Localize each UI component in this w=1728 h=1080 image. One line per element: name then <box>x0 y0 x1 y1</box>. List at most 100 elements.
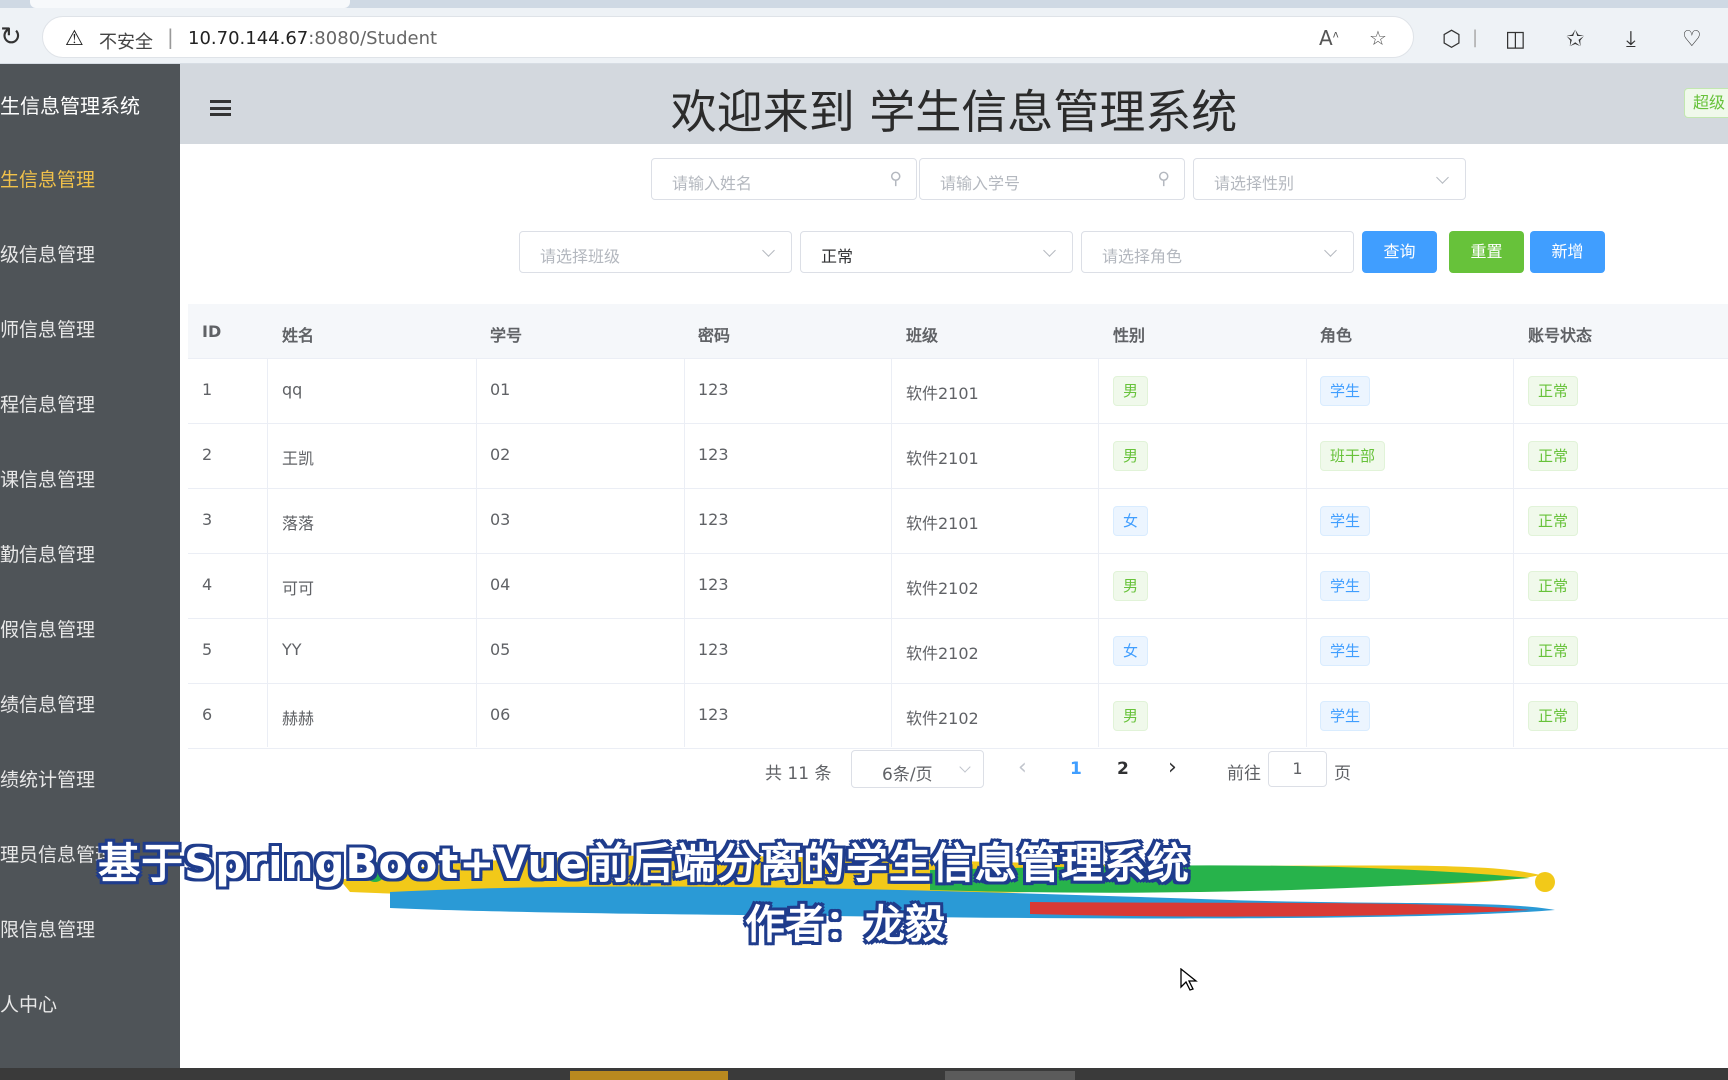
user-role-tag[interactable]: 超级 <box>1684 88 1728 118</box>
chevron-down-icon <box>1043 244 1056 257</box>
role-tag: 学生 <box>1320 636 1371 666</box>
favorite-star-icon[interactable]: ☆ <box>1369 26 1387 50</box>
cell-class: 软件2102 <box>906 579 979 598</box>
cell-id: 2 <box>202 445 213 464</box>
chevron-down-icon <box>1436 171 1449 184</box>
cell-id: 3 <box>202 510 213 529</box>
goto-page-input[interactable]: 1 <box>1268 751 1327 787</box>
taskbar-item[interactable] <box>945 1071 1075 1080</box>
sidebar-item-student[interactable]: 生信息管理 <box>0 165 95 192</box>
cell-class: 软件2101 <box>906 384 979 403</box>
sidebar-title: 生信息管理系统 <box>0 94 140 118</box>
browser-tab-strip <box>0 0 1728 8</box>
cell-id: 4 <box>202 575 213 594</box>
sidebar-item-class[interactable]: 级信息管理 <box>0 240 95 267</box>
cell-password: 123 <box>698 510 729 529</box>
page-suffix-label: 页 <box>1334 764 1351 784</box>
insecure-label[interactable]: 不安全 <box>99 28 153 54</box>
role-tag: 学生 <box>1320 571 1371 601</box>
taskbar-strip <box>0 1068 1728 1080</box>
mouse-cursor-icon <box>1180 968 1198 991</box>
extensions-icon[interactable]: ⬡ <box>1442 27 1461 52</box>
page-number-1[interactable]: 1 <box>1070 759 1082 779</box>
page-number-2[interactable]: 2 <box>1117 759 1129 779</box>
status-tag: 正常 <box>1528 441 1579 471</box>
sidebar-item-grade-stats[interactable]: 绩统计管理 <box>0 765 95 792</box>
column-header-id[interactable]: ID <box>202 322 221 341</box>
status-tag: 正常 <box>1528 571 1579 601</box>
pagination-total: 共 11 条 <box>765 764 832 784</box>
prev-page-icon[interactable]: ‹ <box>1018 755 1027 780</box>
role-tag: 学生 <box>1320 506 1371 536</box>
status-tag: 正常 <box>1528 701 1579 731</box>
column-header-class[interactable]: 班级 <box>906 322 938 346</box>
sidebar-item-course[interactable]: 程信息管理 <box>0 390 95 417</box>
page-title: 欢迎来到 学生信息管理系统 <box>670 85 1238 139</box>
cell-password: 123 <box>698 445 729 464</box>
gender-tag: 女 <box>1113 636 1149 666</box>
cell-class: 软件2101 <box>906 449 979 468</box>
cell-id: 5 <box>202 640 213 659</box>
taskbar-item[interactable] <box>570 1071 728 1080</box>
gender-select[interactable]: 请选择性别 <box>1193 158 1466 200</box>
column-header-password[interactable]: 密码 <box>698 322 730 346</box>
url-path: :8080/Student <box>308 28 438 49</box>
split-screen-icon[interactable]: ◫ <box>1505 27 1526 52</box>
table-row[interactable]: 4 可可 04 123 软件2102 男 学生 正常 <box>188 554 1728 619</box>
query-button[interactable]: 查询 <box>1362 231 1437 273</box>
cell-number: 05 <box>490 640 511 659</box>
student-number-search-placeholder: 请输入学号 <box>940 174 1021 193</box>
read-aloud-icon[interactable]: Aʌ <box>1319 26 1339 50</box>
sidebar-item-teacher[interactable]: 师信息管理 <box>0 315 95 342</box>
role-select-placeholder: 请选择角色 <box>1102 247 1183 266</box>
student-number-search-input[interactable]: 请输入学号 ⚲ <box>919 158 1185 200</box>
table-row[interactable]: 1 qq 01 123 软件2101 男 学生 正常 <box>188 359 1728 424</box>
column-header-role[interactable]: 角色 <box>1320 322 1352 346</box>
warning-icon[interactable]: ⚠ <box>65 26 84 50</box>
search-icon: ⚲ <box>889 169 902 189</box>
table-row[interactable]: 5 YY 05 123 软件2102 女 学生 正常 <box>188 619 1728 684</box>
next-page-icon[interactable]: › <box>1168 755 1177 780</box>
browser-essentials-icon[interactable]: ♡ <box>1682 27 1702 52</box>
sidebar-item-grades[interactable]: 绩信息管理 <box>0 690 95 717</box>
cell-name: 落落 <box>282 514 315 533</box>
banner-title: 基于SpringBoot+Vue前后端分离的学生信息管理系统 <box>98 839 1190 888</box>
add-button[interactable]: 新增 <box>1530 231 1605 273</box>
page-header: 欢迎来到 学生信息管理系统 超级 <box>180 64 1728 144</box>
reset-button[interactable]: 重置 <box>1449 231 1524 273</box>
download-icon[interactable]: ⤓ <box>1626 27 1636 52</box>
chevron-down-icon <box>959 761 971 773</box>
sidebar-item-leave[interactable]: 假信息管理 <box>0 615 95 642</box>
status-tag: 正常 <box>1528 376 1579 406</box>
address-bar[interactable]: ⚠ 不安全 | 10.70.144.67:8080/Student Aʌ ☆ <box>42 16 1414 58</box>
cell-class: 软件2101 <box>906 514 979 533</box>
column-header-status[interactable]: 账号状态 <box>1528 322 1592 346</box>
table-row[interactable]: 6 赫赫 06 123 软件2102 男 学生 正常 <box>188 684 1728 749</box>
toolbar-divider: | <box>1472 27 1479 48</box>
table-row[interactable]: 3 落落 03 123 软件2101 女 学生 正常 <box>188 489 1728 554</box>
sidebar-item-attendance[interactable]: 勤信息管理 <box>0 540 95 567</box>
class-select[interactable]: 请选择班级 <box>519 231 792 273</box>
status-select[interactable]: 正常 <box>800 231 1073 273</box>
sidebar-item-course-selection[interactable]: 课信息管理 <box>0 465 95 492</box>
reload-icon[interactable]: ↻ <box>0 22 22 52</box>
cell-name: YY <box>282 640 302 659</box>
page-size-value: 6条/页 <box>882 765 933 785</box>
url-host: 10.70.144.67 <box>188 28 309 49</box>
url-text[interactable]: 10.70.144.67:8080/Student <box>188 28 437 49</box>
column-header-name[interactable]: 姓名 <box>282 322 314 346</box>
cell-id: 1 <box>202 380 213 399</box>
page-size-select[interactable]: 6条/页 <box>851 750 984 788</box>
class-select-placeholder: 请选择班级 <box>540 247 621 266</box>
cell-password: 123 <box>698 640 729 659</box>
chevron-down-icon <box>1324 244 1337 257</box>
column-header-gender[interactable]: 性别 <box>1113 322 1145 346</box>
gender-tag: 男 <box>1113 571 1149 601</box>
browser-tab[interactable] <box>30 0 350 8</box>
column-header-number[interactable]: 学号 <box>490 322 522 346</box>
favorites-icon[interactable]: ✩ <box>1566 27 1584 52</box>
name-search-input[interactable]: 请输入姓名 ⚲ <box>651 158 917 200</box>
role-select[interactable]: 请选择角色 <box>1081 231 1354 273</box>
table-row[interactable]: 2 王凯 02 123 软件2101 男 班干部 正常 <box>188 424 1728 489</box>
sidebar-item-profile[interactable]: 人中心 <box>0 990 57 1017</box>
